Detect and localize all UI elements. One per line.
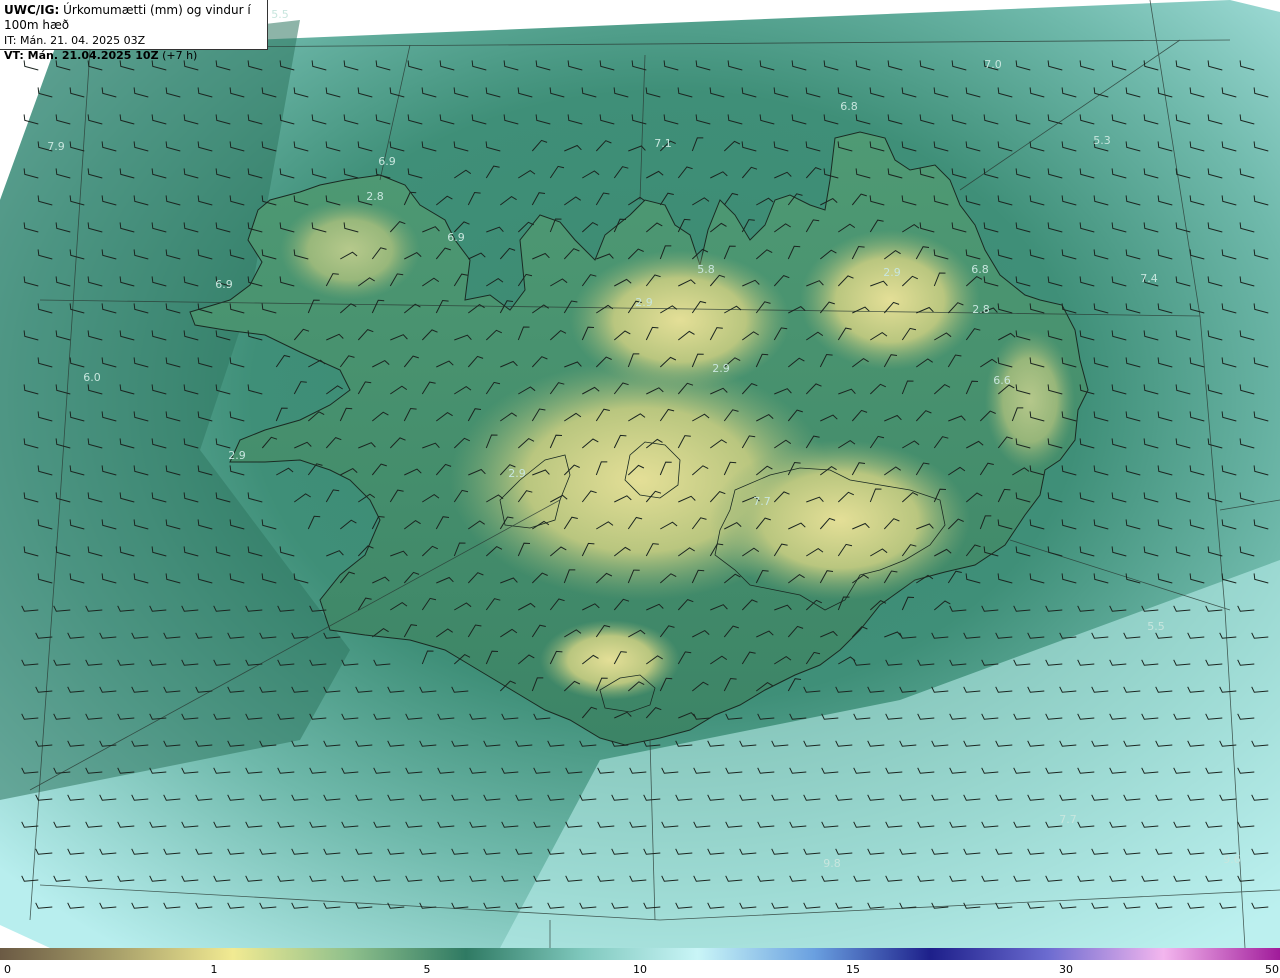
highland-westfjords — [280, 200, 420, 300]
value-label: 7.0 — [984, 58, 1002, 71]
valid-time: VT: Mán. 21.04.2025 10Z (+7 h) — [4, 48, 263, 63]
value-label: 6.9 — [378, 155, 396, 168]
value-label: 2.9 — [635, 296, 653, 309]
value-label: 6.9 — [447, 231, 465, 244]
value-label: 2.9 — [228, 449, 246, 462]
value-label: 2.8 — [366, 190, 384, 203]
map-header: UWC/IG: Úrkomumætti (mm) og vindur í 100… — [0, 0, 268, 62]
value-label: 5.5 — [1147, 620, 1165, 633]
forecast-map: 5.5 7.0 6.8 5.3 7.1 7.9 6.9 2.8 6.9 5.8 2.9 6.8 7.4 6… — [0, 0, 1280, 948]
value-label: 7.9 — [47, 140, 65, 153]
highland-northeast — [800, 230, 980, 370]
value-label: 6.8 — [971, 263, 989, 276]
value-label: 5.3 — [1093, 134, 1111, 147]
map-title: UWC/IG: Úrkomumætti (mm) og vindur í 100… — [4, 3, 263, 33]
colorbar-tick: 15 — [846, 963, 860, 976]
colorbar-tick: 5 — [423, 963, 431, 976]
highland-south — [540, 620, 680, 700]
colorbar-tick: 10 — [633, 963, 647, 976]
value-label: 5.8 — [697, 263, 715, 276]
value-label: 6.6 — [993, 374, 1011, 387]
valid-time-date: VT: Mán. 21.04.2025 10Z — [4, 49, 159, 62]
value-label: 7.4 — [1140, 272, 1158, 285]
initial-time: IT: Mán. 21. 04. 2025 03Z — [4, 34, 146, 47]
value-label: 5.5 — [271, 8, 289, 21]
value-label: 6.9 — [215, 278, 233, 291]
colorbar-ticks: 0 1 5 10 15 30 50 — [0, 960, 1280, 978]
value-label: 6.0 — [83, 371, 101, 384]
lead-time: (+7 h) — [162, 49, 198, 62]
value-label: 2.8 — [972, 303, 990, 316]
value-label: 9.8 — [823, 857, 841, 870]
colorbar-tick: 50 — [1265, 963, 1279, 976]
value-label: 6.8 — [840, 100, 858, 113]
highland-east — [985, 330, 1075, 470]
model-code: UWC/IG: — [4, 3, 60, 17]
value-label: 2.9 — [508, 467, 526, 480]
precipitation-colorbar — [0, 948, 1280, 960]
value-label: 7.7 — [753, 495, 771, 508]
highland-vatnajokull — [710, 440, 970, 600]
value-label: 2.9 — [712, 362, 730, 375]
colorbar-tick: 30 — [1059, 963, 1073, 976]
value-label: 2.9 — [883, 266, 901, 279]
colorbar-tick: 0 — [4, 963, 11, 976]
highland-north — [570, 250, 790, 390]
value-label: 7.7 — [1059, 813, 1077, 826]
colorbar-tick: 1 — [210, 963, 218, 976]
value-label: 7.1 — [654, 137, 672, 150]
value-label: 9.6 — [1223, 853, 1241, 866]
